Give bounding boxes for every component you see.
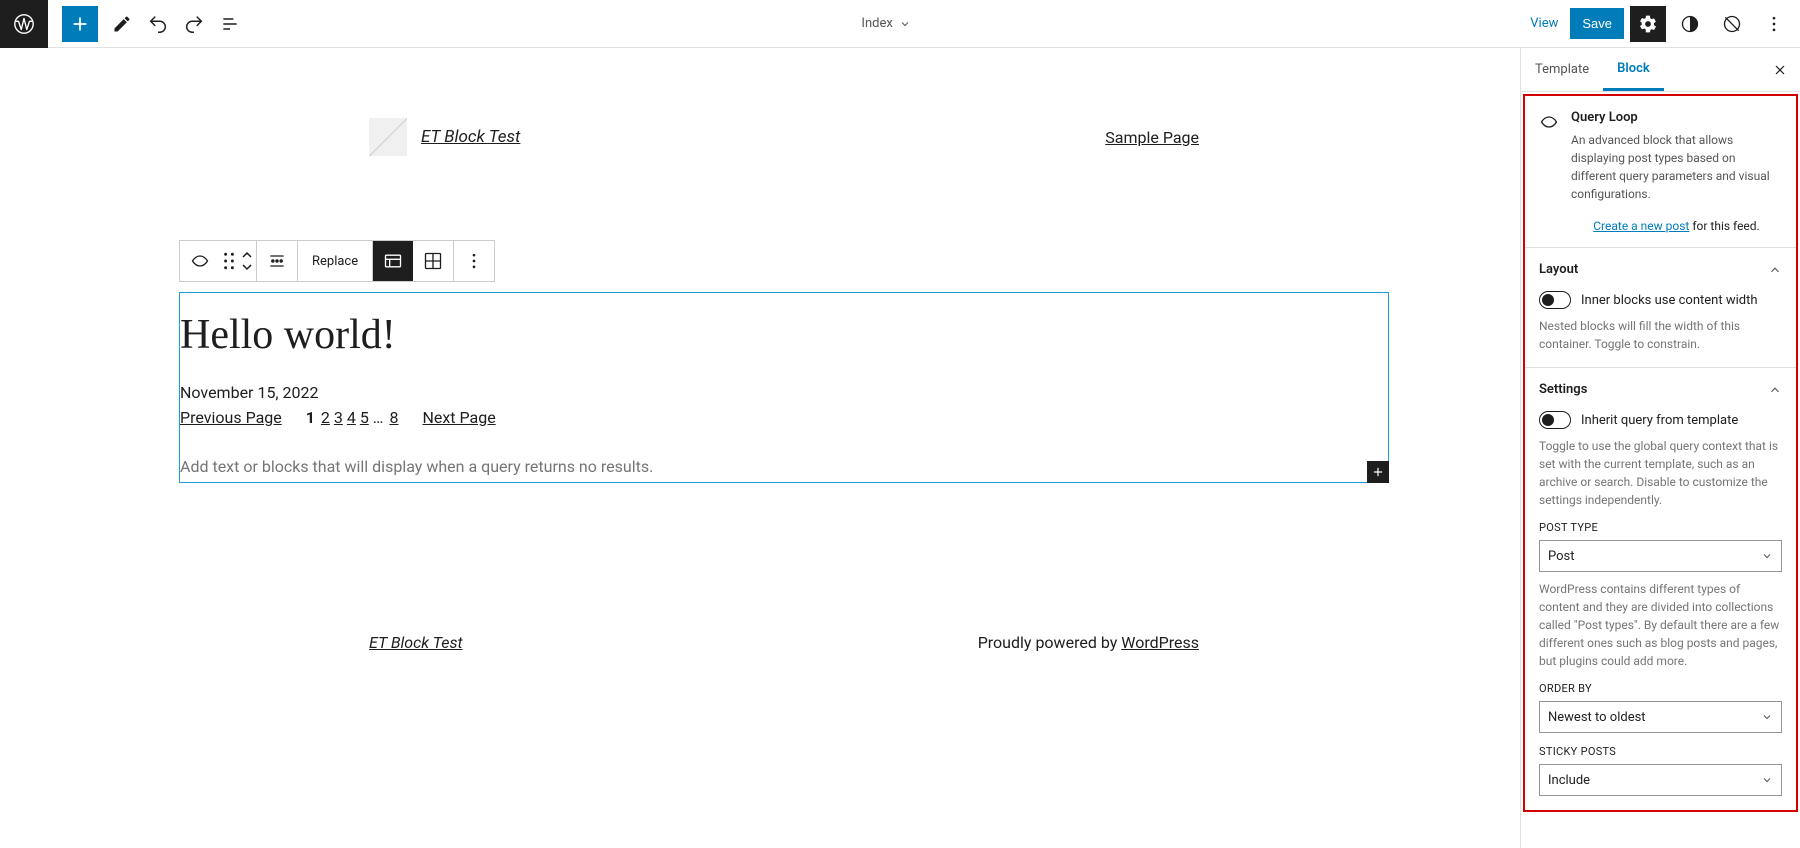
block-card: Query Loop An advanced block that allows… xyxy=(1525,96,1796,248)
pagination-prev[interactable]: Previous Page xyxy=(180,408,282,427)
toggle-inner-blocks-width-label: Inner blocks use content width xyxy=(1581,293,1758,308)
order-by-select[interactable]: Newest to oldest xyxy=(1539,701,1782,733)
layout-help: Nested blocks will fill the width of thi… xyxy=(1539,317,1782,353)
revisions-button[interactable] xyxy=(1714,6,1750,42)
post-title[interactable]: Hello world! xyxy=(180,299,1388,365)
chevron-up-icon xyxy=(1768,383,1782,397)
chevron-down-icon xyxy=(899,18,911,30)
create-post-row: Create a new post for this feed. xyxy=(1571,219,1782,233)
chevron-down-icon xyxy=(1761,550,1773,562)
toggle-inner-blocks-width[interactable] xyxy=(1539,291,1571,309)
undo-button[interactable] xyxy=(140,6,176,42)
post-type-help: WordPress contains different types of co… xyxy=(1539,580,1782,670)
query-loop-block[interactable]: Hello world! November 15, 2022 Previous … xyxy=(179,292,1389,483)
block-type-icon[interactable] xyxy=(180,241,220,281)
redo-button[interactable] xyxy=(176,6,212,42)
top-toolbar: Index View Save xyxy=(0,0,1800,48)
site-logo-placeholder[interactable] xyxy=(369,118,407,156)
settings-sidebar: Template Block Query Loop An advanced bl… xyxy=(1520,48,1800,848)
tab-template[interactable]: Template xyxy=(1521,48,1603,91)
toggle-inherit-query-label: Inherit query from template xyxy=(1581,413,1738,428)
post-type-select[interactable]: Post xyxy=(1539,540,1782,572)
site-brand: ET Block Test xyxy=(369,118,520,156)
pagination-next[interactable]: Next Page xyxy=(422,408,495,427)
panel-layout: Layout Inner blocks use content width Ne… xyxy=(1525,248,1796,368)
align-button[interactable] xyxy=(257,241,297,281)
chevron-down-icon xyxy=(1761,774,1773,786)
drag-handle-icon[interactable] xyxy=(220,241,238,281)
sticky-posts-label: STICKY POSTS xyxy=(1539,745,1782,758)
document-title-text: Index xyxy=(861,16,892,31)
footer-site-title[interactable]: ET Block Test xyxy=(369,633,463,652)
edit-tool-button[interactable] xyxy=(104,6,140,42)
order-by-label: ORDER BY xyxy=(1539,682,1782,695)
panel-settings-toggle[interactable]: Settings xyxy=(1539,382,1782,397)
more-options-button[interactable] xyxy=(1756,6,1792,42)
inherit-help: Toggle to use the global query context t… xyxy=(1539,437,1782,509)
sticky-posts-select[interactable]: Include xyxy=(1539,764,1782,796)
site-footer: ET Block Test Proudly powered by WordPre… xyxy=(179,483,1389,692)
site-header: ET Block Test Sample Page xyxy=(179,88,1389,186)
main: ET Block Test Sample Page xyxy=(0,48,1800,848)
display-list-button[interactable] xyxy=(373,241,413,281)
add-block-button[interactable] xyxy=(1367,461,1389,483)
chevron-down-icon xyxy=(1761,711,1773,723)
pagination-numbers[interactable]: 1 2 3 4 5 … 8 xyxy=(306,408,399,427)
block-inserter-button[interactable] xyxy=(62,6,98,42)
view-link[interactable]: View xyxy=(1524,16,1564,31)
sidebar-tabs: Template Block xyxy=(1521,48,1800,92)
post-date[interactable]: November 15, 2022 xyxy=(180,383,1388,402)
close-sidebar-button[interactable] xyxy=(1760,62,1800,78)
site-title[interactable]: ET Block Test xyxy=(421,127,520,147)
block-description: An advanced block that allows displaying… xyxy=(1571,131,1782,203)
editor-canvas: ET Block Test Sample Page xyxy=(48,48,1520,848)
document-title[interactable]: Index xyxy=(248,16,1524,31)
left-rail xyxy=(0,48,48,848)
toggle-inherit-query[interactable] xyxy=(1539,411,1571,429)
save-button[interactable]: Save xyxy=(1570,8,1624,39)
list-view-button[interactable] xyxy=(212,6,248,42)
topbar-left xyxy=(48,6,248,42)
replace-button[interactable]: Replace xyxy=(298,241,372,281)
panel-settings: Settings Inherit query from template Tog… xyxy=(1525,368,1796,810)
chevron-up-icon xyxy=(1768,263,1782,277)
sidebar-block-panel-highlight: Query Loop An advanced block that allows… xyxy=(1523,94,1798,812)
wordpress-logo[interactable] xyxy=(0,0,48,48)
move-updown-icon[interactable] xyxy=(238,241,256,281)
block-title: Query Loop xyxy=(1571,110,1782,125)
block-more-options[interactable] xyxy=(454,241,494,281)
tab-block[interactable]: Block xyxy=(1603,48,1664,91)
post-type-label: POST TYPE xyxy=(1539,521,1782,534)
nav-link-sample-page[interactable]: Sample Page xyxy=(1105,128,1199,147)
no-results-placeholder[interactable]: Add text or blocks that will display whe… xyxy=(180,457,1388,476)
styles-button[interactable] xyxy=(1672,6,1708,42)
footer-powered: Proudly powered by WordPress xyxy=(978,633,1199,652)
query-loop-icon xyxy=(1539,110,1561,233)
create-post-link[interactable]: Create a new post xyxy=(1593,219,1689,233)
block-toolbar: Replace xyxy=(179,240,495,282)
footer-wordpress-link[interactable]: WordPress xyxy=(1121,633,1199,652)
display-grid-button[interactable] xyxy=(413,241,453,281)
topbar-right: View Save xyxy=(1524,6,1800,42)
pagination: Previous Page 1 2 3 4 5 … 8 Next Page xyxy=(180,408,1388,427)
panel-layout-toggle[interactable]: Layout xyxy=(1539,262,1782,277)
settings-button[interactable] xyxy=(1630,6,1666,42)
